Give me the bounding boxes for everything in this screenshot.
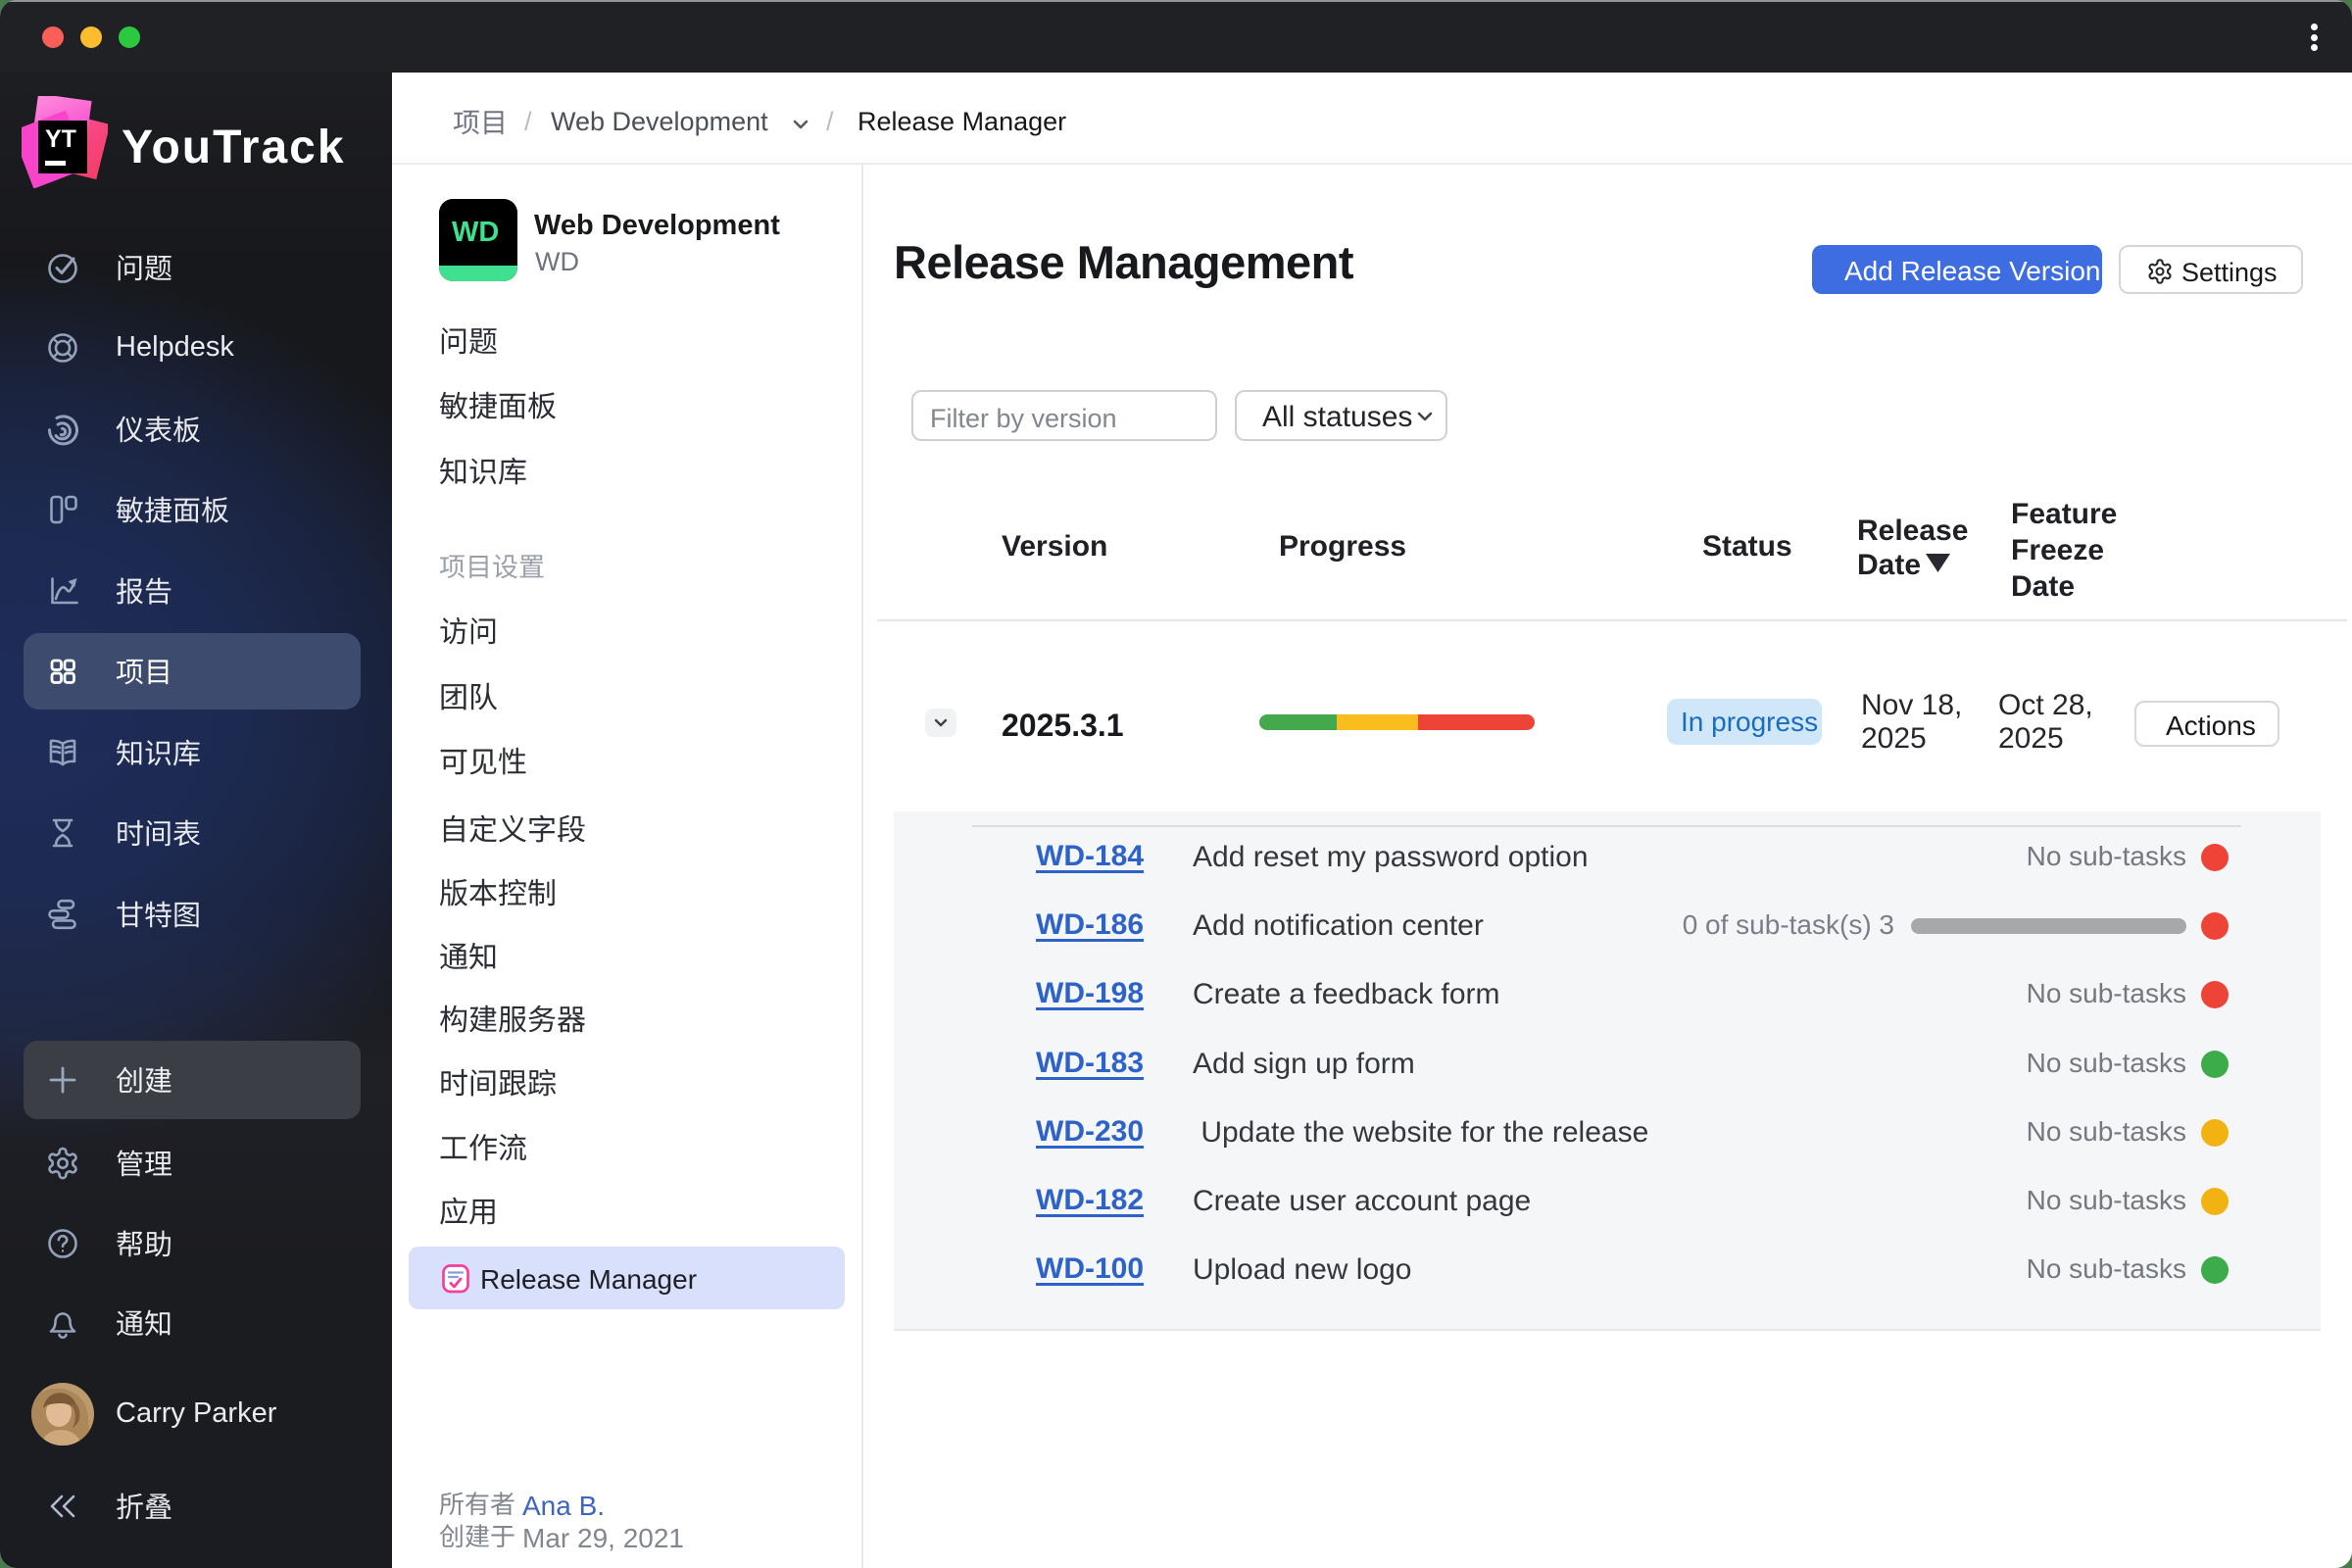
svg-text:YT: YT xyxy=(45,125,76,153)
